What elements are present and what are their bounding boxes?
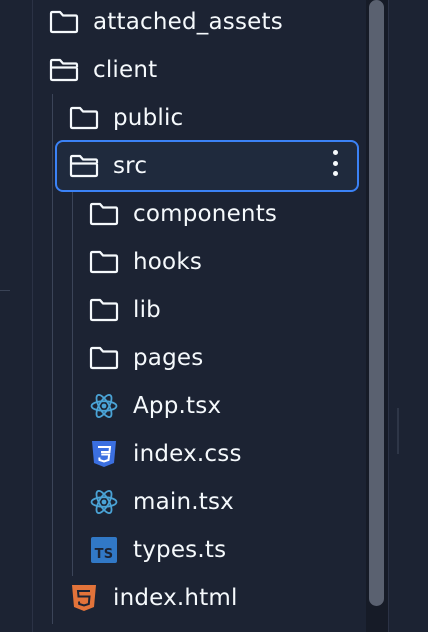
indent-guide-client <box>52 94 53 624</box>
react-icon <box>89 392 123 420</box>
tree-item-main-tsx[interactable]: main.tsx <box>89 480 234 524</box>
folder-icon <box>89 296 123 324</box>
css-icon <box>89 440 123 468</box>
tree-item-pages[interactable]: pages <box>89 336 203 380</box>
tree-item-components[interactable]: components <box>89 192 277 236</box>
tree-item-app-tsx[interactable]: App.tsx <box>89 384 221 428</box>
tree-item-public[interactable]: public <box>69 96 183 140</box>
pane-divider[interactable] <box>0 290 10 291</box>
tree-item-attached-assets[interactable]: attached_assets <box>49 0 283 44</box>
folder-icon <box>89 344 123 372</box>
folder-icon <box>89 248 123 276</box>
folder-open-icon <box>69 152 103 180</box>
tree-item-label: client <box>93 57 158 83</box>
tree-item-src[interactable]: src <box>55 140 359 192</box>
tree-item-lib[interactable]: lib <box>89 288 161 332</box>
scrollbar-thumb[interactable] <box>369 0 384 606</box>
indent-guide-src <box>72 190 73 576</box>
tree-item-index-html[interactable]: index.html <box>69 576 238 620</box>
folder-open-icon <box>49 56 83 84</box>
tree-item-label: src <box>113 153 148 179</box>
tree-item-label: index.css <box>133 441 242 467</box>
tree-item-label: pages <box>133 345 204 371</box>
folder-icon <box>89 200 123 228</box>
more-options-icon[interactable] <box>325 150 345 176</box>
tree-item-label: types.ts <box>133 537 227 563</box>
file-tree-panel: attached_assets client public src compon… <box>32 0 367 632</box>
folder-icon <box>49 8 83 36</box>
html-icon <box>69 584 103 612</box>
left-pane <box>0 0 32 632</box>
folder-icon <box>69 104 103 132</box>
svg-text:TS: TS <box>95 547 114 562</box>
tree-item-types-ts[interactable]: TS types.ts <box>89 528 226 572</box>
tree-item-label: hooks <box>133 249 203 275</box>
tree-item-label: attached_assets <box>93 9 283 35</box>
tree-item-label: index.html <box>113 585 238 611</box>
react-icon <box>89 488 123 516</box>
tree-item-client[interactable]: client <box>49 48 157 92</box>
tree-item-label: components <box>133 201 278 227</box>
pane-resize-handle[interactable] <box>397 408 399 454</box>
typescript-icon: TS <box>89 536 123 564</box>
tree-item-hooks[interactable]: hooks <box>89 240 202 284</box>
right-pane <box>388 0 428 632</box>
tree-item-label: App.tsx <box>133 393 222 419</box>
tree-item-label: main.tsx <box>133 489 234 515</box>
tree-item-label: lib <box>133 297 161 323</box>
tree-item-label: public <box>113 105 184 131</box>
tree-item-index-css[interactable]: index.css <box>89 432 242 476</box>
